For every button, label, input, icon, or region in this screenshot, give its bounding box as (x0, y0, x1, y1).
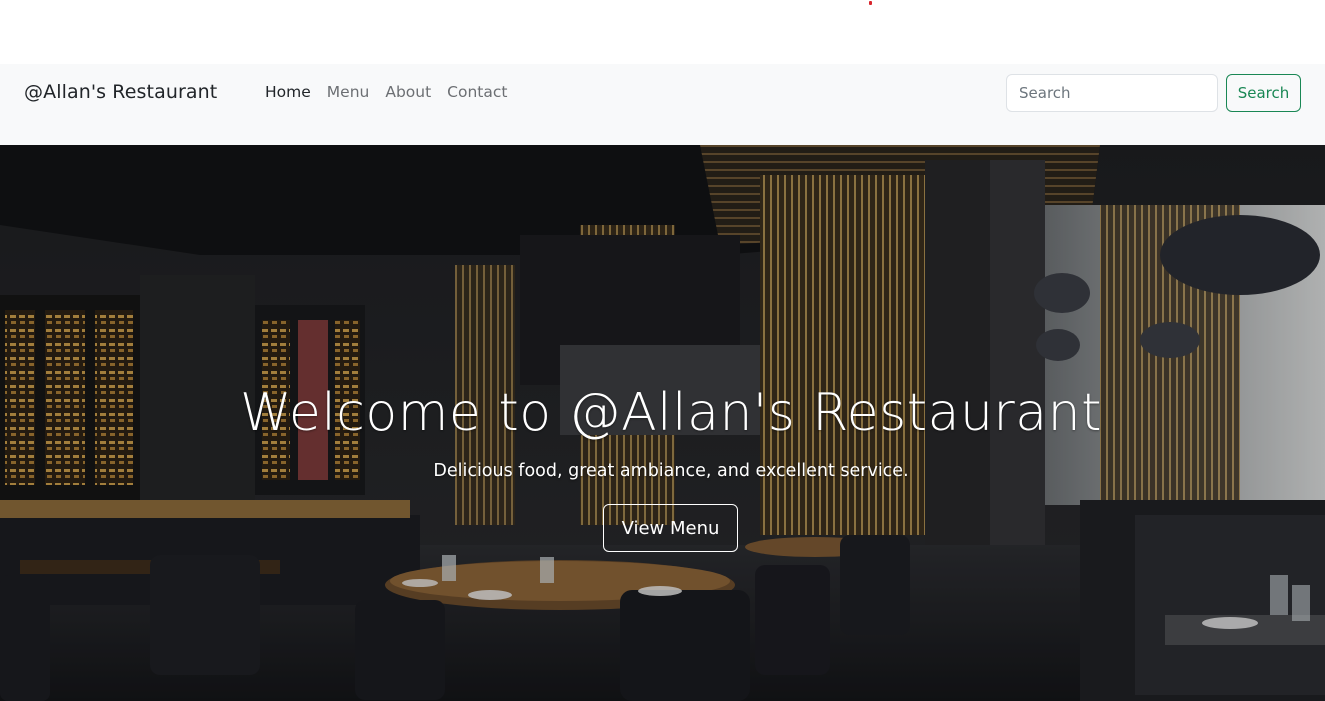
view-menu-button[interactable]: View Menu (603, 504, 738, 552)
nav-link-home[interactable]: Home (265, 83, 311, 101)
hero-title: Welcome to @Allan's Restaurant (239, 383, 1102, 443)
top-indicator-dot (869, 1, 872, 5)
hero-section: Welcome to @Allan's Restaurant Delicious… (0, 145, 1325, 701)
nav-links: Home Menu About Contact (265, 83, 523, 101)
hero-subtitle: Delicious food, great ambiance, and exce… (433, 461, 909, 481)
search-button[interactable]: Search (1226, 74, 1301, 112)
brand-logo[interactable]: @Allan's Restaurant (24, 81, 217, 103)
nav-link-contact[interactable]: Contact (447, 83, 507, 101)
search-input[interactable] (1006, 74, 1218, 112)
navbar: @Allan's Restaurant Home Menu About Cont… (0, 64, 1325, 145)
nav-link-about[interactable]: About (385, 83, 431, 101)
nav-link-menu[interactable]: Menu (327, 83, 370, 101)
